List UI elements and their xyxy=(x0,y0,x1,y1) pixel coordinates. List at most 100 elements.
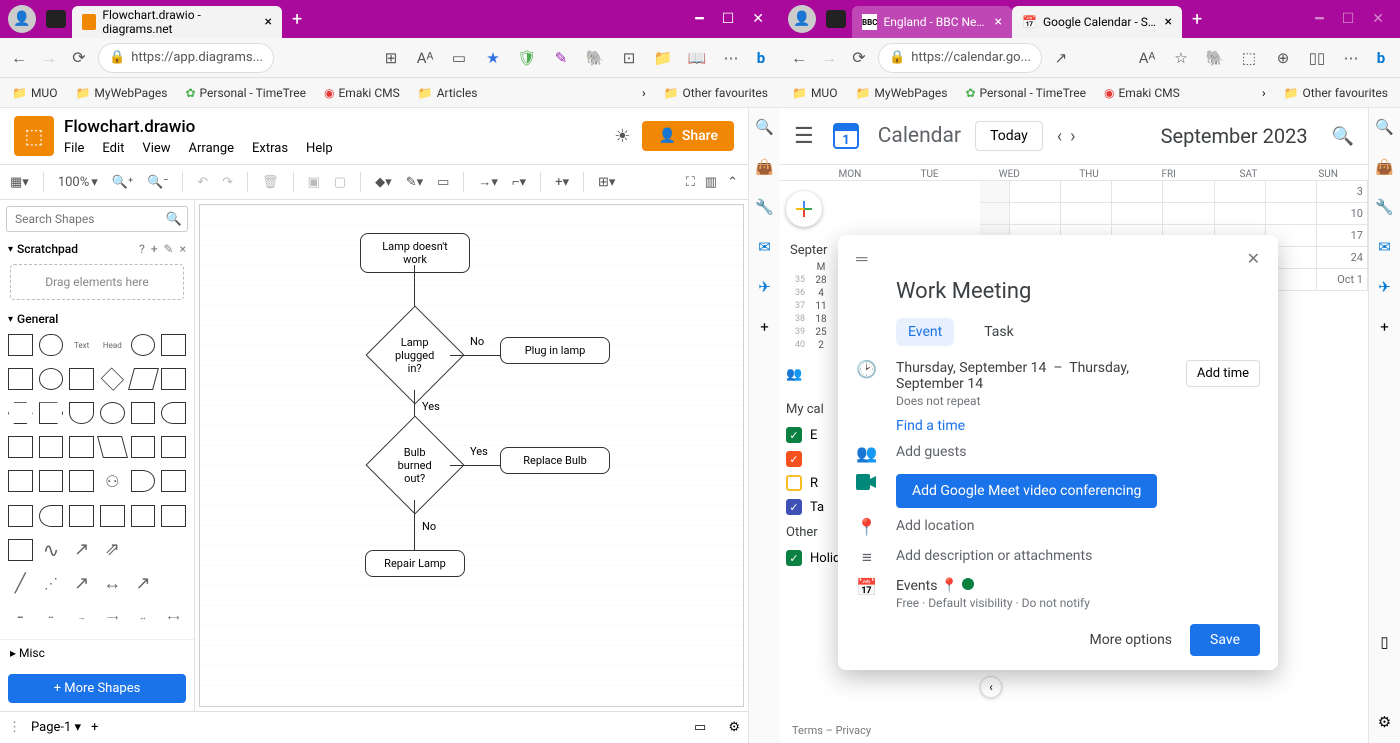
collections-icon[interactable]: ⊕ xyxy=(1272,47,1294,69)
star-icon[interactable]: ☆ xyxy=(1170,47,1192,69)
flowchart-node-replace[interactable]: Replace Bulb xyxy=(500,447,610,474)
collections-icon[interactable]: 📁 xyxy=(652,47,674,69)
other-favourites[interactable]: 📁Other favourites xyxy=(1284,86,1388,100)
tab-close-icon[interactable]: × xyxy=(995,14,1002,30)
shape[interactable] xyxy=(39,470,64,492)
event-title-input[interactable]: Work Meeting xyxy=(896,279,1260,304)
save-button[interactable]: Save xyxy=(1190,624,1260,656)
connection-icon[interactable]: →▾ xyxy=(478,174,498,190)
shape[interactable] xyxy=(131,470,156,492)
shape[interactable] xyxy=(131,436,156,458)
bookmark-overflow-icon[interactable]: › xyxy=(1262,86,1266,100)
extensions-icon[interactable]: ⬚ xyxy=(1238,47,1260,69)
pages-menu-icon[interactable]: ⋮ xyxy=(8,720,21,735)
fill-color-icon[interactable]: ◆▾ xyxy=(375,175,392,190)
scratchpad-help-icon[interactable]: ? xyxy=(139,242,145,256)
shape[interactable] xyxy=(39,402,64,424)
shape[interactable] xyxy=(161,539,186,561)
add-meet-button[interactable]: Add Google Meet video conferencing xyxy=(896,474,1157,508)
drawio-canvas[interactable]: Lamp doesn't work Lamp plugged in? No Pl… xyxy=(199,204,744,707)
misc-title[interactable]: Misc xyxy=(19,646,45,660)
table-icon[interactable]: ⊞▾ xyxy=(598,175,615,190)
shape-line[interactable]: ╱ xyxy=(8,573,33,595)
grid-icon[interactable]: ⊞ xyxy=(380,47,402,69)
shape-arrow[interactable]: ↗ xyxy=(69,539,94,561)
shape[interactable]: ↗ xyxy=(69,573,94,595)
shape[interactable]: ↔ xyxy=(131,607,156,629)
maximize-icon[interactable]: ☐ xyxy=(1342,11,1355,27)
shape[interactable] xyxy=(69,368,94,390)
bookmark-mywebpages[interactable]: 📁MyWebPages xyxy=(855,86,947,100)
add-icon[interactable]: +▾ xyxy=(555,175,569,190)
reading-list-icon[interactable]: 📖 xyxy=(686,47,708,69)
tab-task[interactable]: Task xyxy=(972,318,1026,346)
menu-file[interactable]: File xyxy=(64,141,84,156)
other-favourites[interactable]: 📁Other favourites xyxy=(664,86,768,100)
add-guests-input[interactable]: Add guests xyxy=(896,444,966,460)
rail-settings-icon[interactable]: ⚙ xyxy=(1374,711,1396,733)
shape-actor[interactable]: ⚇ xyxy=(100,470,125,492)
expand-sidebar-icon[interactable]: ‹ xyxy=(980,676,1002,698)
favorite-star-icon[interactable]: ★ xyxy=(482,47,504,69)
close-icon[interactable]: ✕ xyxy=(752,11,764,27)
menu-extras[interactable]: Extras xyxy=(252,141,288,156)
shape[interactable] xyxy=(161,436,186,458)
shape[interactable] xyxy=(100,402,125,424)
minimize-icon[interactable]: ━ xyxy=(1315,11,1323,27)
rail-add-icon[interactable]: + xyxy=(1374,316,1396,338)
bookmark-muo[interactable]: 📁MUO xyxy=(12,86,57,100)
rail-shopping-icon[interactable]: 👜 xyxy=(1374,156,1396,178)
close-popup-icon[interactable]: ✕ xyxy=(1247,249,1260,269)
bing-icon[interactable]: b xyxy=(1370,47,1392,69)
flowchart-node-start[interactable]: Lamp doesn't work xyxy=(360,233,470,273)
drag-handle-icon[interactable]: ═ xyxy=(856,249,867,269)
shape[interactable] xyxy=(8,402,33,424)
menu-arrange[interactable]: Arrange xyxy=(189,141,234,156)
color-dot-icon[interactable] xyxy=(962,578,974,590)
add-page-icon[interactable]: + xyxy=(91,720,98,735)
shape[interactable] xyxy=(8,505,33,527)
elephant-icon[interactable]: 🐘 xyxy=(1204,47,1226,69)
highlighter-icon[interactable]: ✎ xyxy=(550,47,572,69)
open-external-icon[interactable]: ↗ xyxy=(1050,47,1072,69)
bookmark-articles[interactable]: 📁Articles xyxy=(418,86,478,100)
outline-icon[interactable]: ▭ xyxy=(694,720,706,735)
workspace-icon[interactable] xyxy=(826,10,846,28)
shape-hline[interactable]: ━ xyxy=(8,607,33,629)
shape[interactable] xyxy=(100,505,125,527)
tab-close-icon[interactable]: × xyxy=(265,14,272,30)
shape[interactable] xyxy=(128,368,159,390)
bookmark-muo[interactable]: 📁MUO xyxy=(792,86,837,100)
reload-icon[interactable]: ⟳ xyxy=(68,47,90,69)
shape[interactable] xyxy=(161,402,186,424)
visibility-text[interactable]: Free · Default visibility · Do not notif… xyxy=(896,596,1090,610)
bookmark-timetree[interactable]: ✿Personal - TimeTree xyxy=(185,86,306,100)
flowchart-node-plugin[interactable]: Plug in lamp xyxy=(500,337,610,364)
bookmark-timetree[interactable]: ✿Personal - TimeTree xyxy=(965,86,1086,100)
zoom-in-icon[interactable]: 🔍⁺ xyxy=(112,175,133,190)
minimize-icon[interactable]: ━ xyxy=(695,11,703,27)
address-bar[interactable]: 🔒 https://app.diagrams... xyxy=(98,43,274,73)
create-event-button[interactable] xyxy=(786,191,822,227)
shape-rounded[interactable] xyxy=(39,334,64,356)
flowchart-node-repair[interactable]: Repair Lamp xyxy=(365,550,465,577)
shape[interactable] xyxy=(8,436,33,458)
undo-icon[interactable]: ↶ xyxy=(197,175,208,190)
forward-icon[interactable]: → xyxy=(38,47,60,69)
rail-send-icon[interactable]: ✈ xyxy=(754,276,776,298)
new-tab-button[interactable]: + xyxy=(292,9,302,30)
shape-rect[interactable] xyxy=(8,334,33,356)
scratchpad-dropzone[interactable]: Drag elements here xyxy=(10,264,184,300)
more-menu-icon[interactable]: ⋯ xyxy=(1340,47,1362,69)
text-size-icon[interactable]: Aᴬ xyxy=(1136,47,1158,69)
shape[interactable] xyxy=(131,505,156,527)
shape-text[interactable]: Text xyxy=(69,334,94,356)
rail-sidebar-icon[interactable]: ▯ xyxy=(1374,631,1396,653)
shape-arrow2[interactable]: ⇗ xyxy=(100,539,125,561)
menu-help[interactable]: Help xyxy=(306,141,333,156)
shape[interactable] xyxy=(161,573,186,595)
translate-icon[interactable]: ▭ xyxy=(448,47,470,69)
next-month-icon[interactable]: › xyxy=(1070,126,1075,147)
calendar-name[interactable]: Events xyxy=(896,578,937,594)
screenshot-icon[interactable]: ⊡ xyxy=(618,47,640,69)
